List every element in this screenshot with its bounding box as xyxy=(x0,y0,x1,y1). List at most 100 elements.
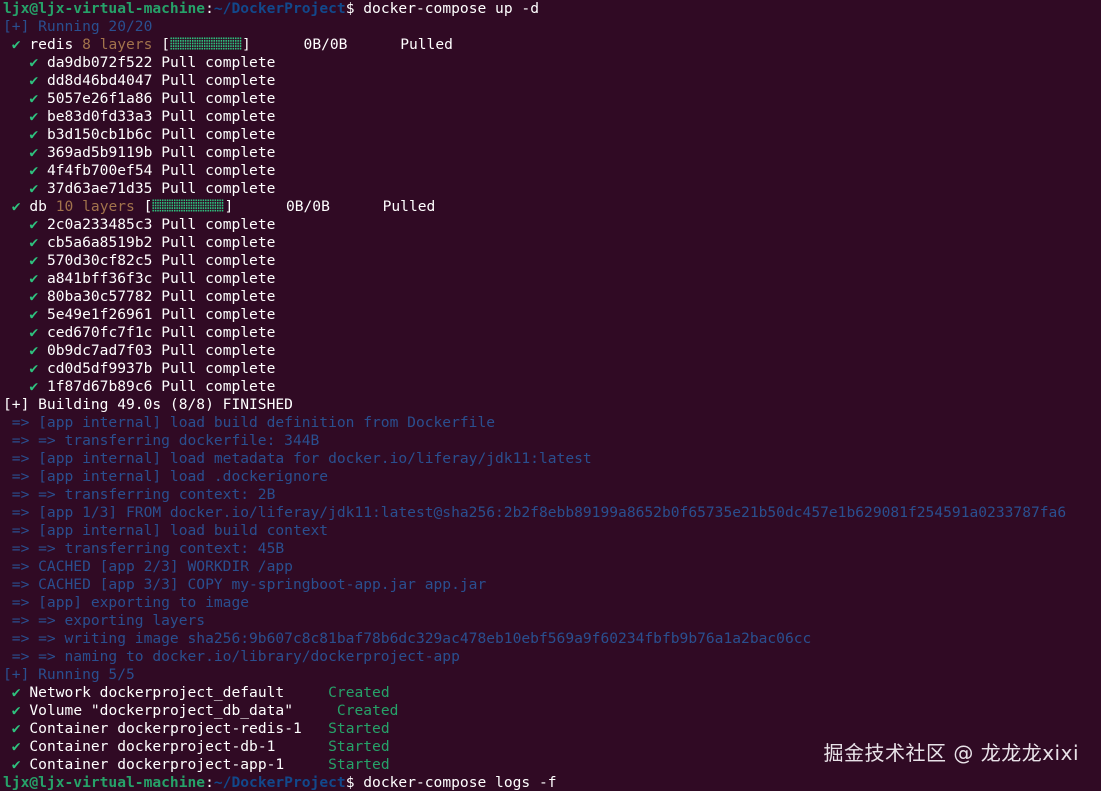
service-name: redis xyxy=(29,36,74,53)
layer-status: Pull complete xyxy=(161,270,276,287)
layer-id: cd0d5df9937b xyxy=(46,360,153,377)
layer-row: ✔ b3d150cb1b6c Pull complete xyxy=(3,126,1101,144)
build-step-line: => => transferring dockerfile: 344B xyxy=(3,432,320,449)
resource-label: Network dockerproject_default xyxy=(29,684,302,701)
checkmark-icon: ✔ xyxy=(29,126,39,143)
layer-row: ✔ 1f87d67b89c6 Pull complete xyxy=(3,378,1101,396)
layer-id: cb5a6a8519b2 xyxy=(46,234,153,251)
resource-row: ✔ Volume "dockerproject_db_data" Created xyxy=(3,702,1101,720)
layer-status: Pull complete xyxy=(161,72,276,89)
resource-row: ✔ Container dockerproject-redis-1 Starte… xyxy=(3,720,1101,738)
layer-row: ✔ cb5a6a8519b2 Pull complete xyxy=(3,234,1101,252)
download-size: 0B/0B xyxy=(303,36,348,53)
layer-id: 1f87d67b89c6 xyxy=(46,378,153,395)
layer-row: ✔ 570d30cf82c5 Pull complete xyxy=(3,252,1101,270)
layer-id: b3d150cb1b6c xyxy=(46,126,153,143)
layer-id: 5057e26f1a86 xyxy=(46,90,153,107)
checkmark-icon: ✔ xyxy=(11,684,21,701)
prompt-user-host: ljx@ljx-virtual-machine xyxy=(3,774,206,791)
layer-row: ✔ 5057e26f1a86 Pull complete xyxy=(3,90,1101,108)
checkmark-icon: ✔ xyxy=(11,738,21,755)
download-size: 0B/0B xyxy=(285,198,330,215)
checkmark-icon: ✔ xyxy=(29,234,39,251)
layer-id: 5e49e1f26961 xyxy=(46,306,153,323)
checkmark-icon: ✔ xyxy=(11,756,21,773)
layer-id: 37d63ae71d35 xyxy=(46,180,153,197)
layer-row: ✔ 80ba30c57782 Pull complete xyxy=(3,288,1101,306)
prompt-colon: : xyxy=(205,0,214,17)
terminal-output[interactable]: ljx@ljx-virtual-machine:~/DockerProject$… xyxy=(3,0,1101,791)
layers-count: 10 layers xyxy=(55,198,135,215)
checkmark-icon: ✔ xyxy=(29,54,39,71)
checkmark-icon: ✔ xyxy=(29,180,39,197)
progress-bar-fill xyxy=(170,37,243,50)
prompt-colon: : xyxy=(205,774,214,791)
layer-status: Pull complete xyxy=(161,306,276,323)
layer-id: be83d0fd33a3 xyxy=(46,108,153,125)
layer-id: ced670fc7f1c xyxy=(46,324,153,341)
build-step-line: => [app internal] load metadata for dock… xyxy=(3,450,592,467)
layer-row: ✔ 2c0a233485c3 Pull complete xyxy=(3,216,1101,234)
checkmark-icon: ✔ xyxy=(29,360,39,377)
resource-status: Started xyxy=(328,738,390,755)
prompt-dollar: $ xyxy=(345,774,364,791)
layer-row: ✔ 369ad5b9119b Pull complete xyxy=(3,144,1101,162)
layer-row: ✔ be83d0fd33a3 Pull complete xyxy=(3,108,1101,126)
layers-count: 8 layers xyxy=(82,36,153,53)
checkmark-icon: ✔ xyxy=(29,108,39,125)
layer-status: Pull complete xyxy=(161,324,276,341)
layer-row: ✔ 5e49e1f26961 Pull complete xyxy=(3,306,1101,324)
layer-id: a841bff36f3c xyxy=(46,270,153,287)
layer-status: Pull complete xyxy=(161,144,276,161)
layer-row: ✔ 4f4fb700ef54 Pull complete xyxy=(3,162,1101,180)
build-step-line: => [app internal] load .dockerignore xyxy=(3,468,329,485)
pull-services: ✔ redis 8 layers [] 0B/0B Pulled ✔ da9db… xyxy=(3,36,1101,396)
layer-status: Pull complete xyxy=(161,360,276,377)
prompt-user-host: ljx@ljx-virtual-machine xyxy=(3,0,206,17)
layer-row: ✔ 0b9dc7ad7f03 Pull complete xyxy=(3,342,1101,360)
service-name: db xyxy=(29,198,47,215)
progress-bar: [] xyxy=(143,198,234,215)
layer-id: 4f4fb700ef54 xyxy=(46,162,153,179)
service-pull-line: ✔ db 10 layers [] 0B/0B Pulled xyxy=(3,198,1101,216)
checkmark-icon: ✔ xyxy=(11,198,21,215)
build-step-line: => => exporting layers xyxy=(3,612,206,629)
layer-row: ✔ 37d63ae71d35 Pull complete xyxy=(3,180,1101,198)
resource-status: Started xyxy=(328,756,390,773)
checkmark-icon: ✔ xyxy=(29,72,39,89)
checkmark-icon: ✔ xyxy=(29,270,39,287)
build-steps: => [app internal] load build definition … xyxy=(3,414,1101,666)
prompt-dollar: $ xyxy=(345,0,364,17)
build-step-line: => [app internal] load build context xyxy=(3,522,329,539)
layer-status: Pull complete xyxy=(161,342,276,359)
prompt-path: ~/DockerProject xyxy=(213,774,346,791)
pull-status: Pulled xyxy=(382,198,436,215)
resource-row: ✔ Network dockerproject_default Created xyxy=(3,684,1101,702)
layer-status: Pull complete xyxy=(161,216,276,233)
layer-id: dd8d46bd4047 xyxy=(46,72,153,89)
layer-status: Pull complete xyxy=(161,54,276,71)
layer-status: Pull complete xyxy=(161,90,276,107)
pull-status: Pulled xyxy=(400,36,453,53)
layer-status: Pull complete xyxy=(161,162,276,179)
resource-status: Created xyxy=(336,702,399,719)
build-step-line: => => transferring context: 2B xyxy=(3,486,276,503)
checkmark-icon: ✔ xyxy=(29,378,39,395)
layer-id: 2c0a233485c3 xyxy=(46,216,153,233)
checkmark-icon: ✔ xyxy=(29,144,39,161)
checkmark-icon: ✔ xyxy=(29,252,39,269)
checkmark-icon: ✔ xyxy=(11,720,21,737)
prompt-line-final: ljx@ljx-virtual-machine:~/DockerProject$… xyxy=(3,774,1101,791)
progress-bar: [] xyxy=(161,36,251,53)
layer-row: ✔ ced670fc7f1c Pull complete xyxy=(3,324,1101,342)
layer-id: 0b9dc7ad7f03 xyxy=(46,342,153,359)
running-up-status: [+] Running 5/5 xyxy=(3,666,135,683)
layer-row: ✔ da9db072f522 Pull complete xyxy=(3,54,1101,72)
resource-label: Container dockerproject-app-1 xyxy=(29,756,302,773)
layer-status: Pull complete xyxy=(161,288,276,305)
layer-status: Pull complete xyxy=(161,252,276,269)
checkmark-icon: ✔ xyxy=(11,36,21,53)
build-step-line: => => transferring context: 45B xyxy=(3,540,285,557)
build-step-line: => => writing image sha256:9b607c8c81baf… xyxy=(3,630,812,647)
layer-id: 80ba30c57782 xyxy=(46,288,153,305)
